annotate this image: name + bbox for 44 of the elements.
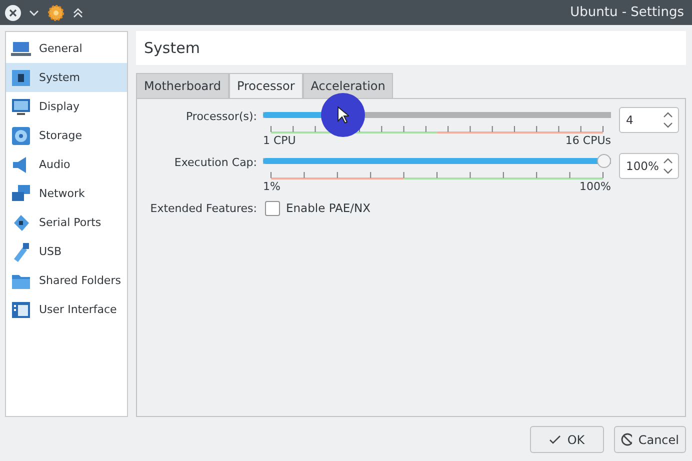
slider-label: Processor(s): <box>184 109 257 123</box>
sidebar-item[interactable]: User Interface <box>6 295 127 324</box>
ok-button[interactable]: OK <box>530 426 604 453</box>
field-label: Extended Features: <box>149 201 257 215</box>
sidebar-item[interactable]: Network <box>6 179 127 208</box>
monitor-icon <box>11 96 31 116</box>
sidebar-item[interactable]: Audio <box>6 150 127 179</box>
chip-icon <box>11 68 31 88</box>
tab[interactable]: Motherboard <box>136 73 229 98</box>
spin-arrows-icon[interactable] <box>662 156 674 176</box>
min-label: 1 CPU <box>263 134 296 147</box>
network-icon <box>11 184 31 204</box>
usb-plug-icon <box>11 242 31 262</box>
tab[interactable]: Processor <box>228 73 303 98</box>
spin-box[interactable]: 100% <box>619 153 679 179</box>
plug-icon <box>11 212 31 232</box>
close-icon[interactable] <box>5 4 21 20</box>
sidebar-item[interactable]: Serial Ports <box>6 208 127 237</box>
sidebar-item[interactable]: System <box>6 63 127 92</box>
sidebar-item[interactable]: Display <box>6 92 127 121</box>
tab[interactable]: Acceleration <box>302 73 394 98</box>
gear-icon <box>47 4 65 22</box>
pointer-icon <box>336 106 349 124</box>
sidebar-item[interactable]: USB <box>6 237 127 266</box>
double-chevron-up-icon[interactable] <box>73 8 83 18</box>
spin-box[interactable]: 4 <box>619 107 679 133</box>
chevron-down-icon[interactable] <box>29 8 39 16</box>
cancel-button[interactable]: Cancel <box>614 426 686 453</box>
slider-label: Execution Cap: <box>173 155 257 169</box>
checkbox[interactable] <box>265 201 280 216</box>
sidebar-item[interactable]: Shared Folders <box>6 266 127 295</box>
sidebar-item[interactable]: General <box>6 34 127 63</box>
window-icon <box>11 300 31 320</box>
max-label: 100% <box>580 180 611 193</box>
max-label: 16 CPUs <box>565 134 611 147</box>
min-label: 1% <box>263 180 280 193</box>
cancel-icon <box>621 433 632 446</box>
slider-thumb[interactable] <box>597 154 611 168</box>
checkbox-label: Enable PAE/NX <box>286 200 371 215</box>
sidebar-item[interactable]: Storage <box>6 121 127 150</box>
page-title: System <box>144 39 200 57</box>
spin-arrows-icon[interactable] <box>662 110 674 130</box>
window-title: Ubuntu - Settings <box>570 5 684 20</box>
check-icon <box>549 434 562 444</box>
